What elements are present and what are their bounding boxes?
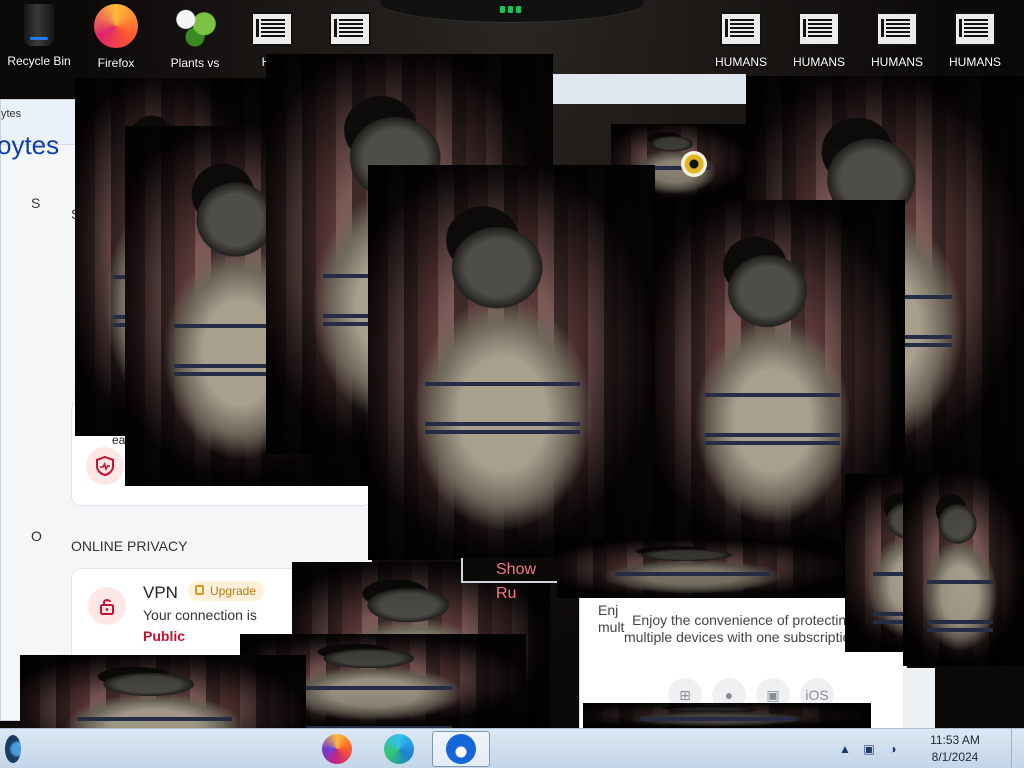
taskbar-edge-button[interactable] bbox=[370, 731, 428, 767]
firefox-icon bbox=[94, 4, 138, 48]
app-title: ytes bbox=[1, 108, 22, 120]
taskbar-firefox-button[interactable] bbox=[308, 731, 366, 767]
recycle-bin-icon bbox=[24, 4, 54, 46]
desktop-icon-recycle-bin[interactable]: Recycle Bin bbox=[1, 4, 77, 76]
show-desktop-button[interactable] bbox=[1011, 729, 1024, 768]
clock-date: 8/1/2024 bbox=[931, 750, 979, 764]
taskbar: ▲ ▣ ◑ 11:53 AM 8/1/2024 bbox=[0, 728, 1024, 768]
system-tray: ▲ ▣ ◑ 11:53 AM 8/1/2024 bbox=[837, 729, 1024, 768]
app-brand: oytes bbox=[0, 130, 60, 160]
start-button-icon[interactable] bbox=[5, 735, 21, 763]
document-icon bbox=[720, 12, 762, 46]
malwarebytes-icon bbox=[446, 734, 476, 764]
desktop-icon-humans-1[interactable]: HUMANS bbox=[703, 4, 779, 76]
desktop-icon-label: HUMANS bbox=[870, 55, 923, 69]
desktop-icon-label: HUMANS bbox=[714, 55, 767, 69]
window-fragment bbox=[553, 74, 746, 104]
notch-indicator bbox=[500, 6, 521, 13]
document-icon bbox=[954, 12, 996, 46]
sidebar-letter: O bbox=[31, 528, 42, 544]
document-icon bbox=[876, 12, 918, 46]
desktop-icon-label: Recycle Bin bbox=[7, 54, 71, 68]
scary-popup-image[interactable] bbox=[368, 165, 655, 560]
clock-time: 11:53 AM bbox=[930, 733, 980, 747]
desktop-icon-humans-4[interactable]: HUMANS bbox=[937, 4, 1013, 76]
volume-icon[interactable]: ◑ bbox=[885, 742, 901, 756]
taskbar-malwarebytes-button[interactable] bbox=[432, 731, 490, 767]
desktop-icon-humans-3[interactable]: HUMANS bbox=[859, 4, 935, 76]
vpn-status-text: Your connection is bbox=[143, 607, 257, 623]
window-fragment bbox=[903, 668, 935, 728]
desktop-icon-label: HUMANS bbox=[948, 55, 1001, 69]
scary-popup-image[interactable] bbox=[557, 540, 845, 598]
plants-vs-zombies-icon bbox=[172, 4, 218, 48]
system-clock[interactable]: 11:53 AM 8/1/2024 bbox=[909, 732, 1001, 766]
sidebar-letter: S bbox=[31, 195, 41, 211]
desktop-icon-label: HUMANS bbox=[792, 55, 845, 69]
desktop-icon-humans-2[interactable]: HUMANS bbox=[781, 4, 857, 76]
document-icon bbox=[329, 12, 371, 46]
desktop-icon-label: Plants vs bbox=[170, 56, 220, 70]
desktop-icon-firefox[interactable]: Firefox bbox=[78, 4, 154, 76]
heart-shield-icon bbox=[86, 447, 124, 485]
show-run-link[interactable]: Show Ru bbox=[461, 558, 557, 602]
vpn-status-value: Public bbox=[143, 628, 186, 644]
eye-image bbox=[681, 151, 707, 177]
show-hidden-icons-icon[interactable]: ▲ bbox=[837, 742, 853, 756]
document-icon bbox=[798, 12, 840, 46]
desktop: Recycle Bin Firefox Plants vs HUI HUMANS… bbox=[0, 0, 1024, 768]
scary-popup-image[interactable] bbox=[903, 474, 1024, 666]
document-icon bbox=[251, 12, 293, 46]
edge-icon bbox=[384, 734, 414, 764]
firefox-icon bbox=[322, 734, 352, 764]
network-icon[interactable]: ▣ bbox=[861, 742, 877, 756]
lock-open-icon bbox=[88, 587, 126, 625]
vpn-title: VPN bbox=[143, 583, 178, 602]
upgrade-badge[interactable]: Upgrade bbox=[188, 581, 265, 601]
desktop-icon-plants-vs[interactable]: Plants vs bbox=[157, 4, 233, 76]
online-privacy-label: ONLINE PRIVACY bbox=[71, 538, 188, 554]
desktop-icon-label: Firefox bbox=[97, 56, 135, 70]
scary-popup-image[interactable] bbox=[583, 703, 871, 728]
